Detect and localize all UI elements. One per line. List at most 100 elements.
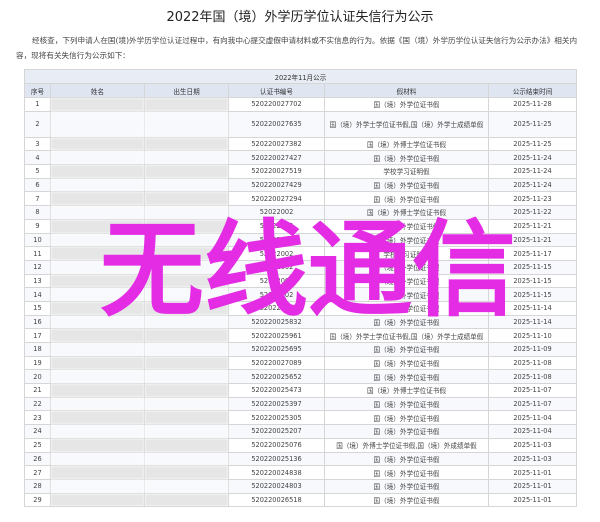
birthdate-cell-redacted <box>144 396 229 412</box>
false-material: 国（境）外学位证书假 <box>324 355 489 371</box>
birthdate-cell-redacted <box>144 191 229 207</box>
disclosure-end-date: 2025-11-28 <box>487 97 578 112</box>
birthdate-cell-redacted <box>144 369 229 385</box>
row-number: 15 <box>24 300 51 316</box>
certificate-number: 520220025305 <box>228 410 325 426</box>
name-cell-redacted <box>50 164 145 179</box>
birthdate-cell-redacted <box>144 410 229 426</box>
birthdate-cell-redacted <box>144 424 229 439</box>
column-header: 出生日期 <box>144 83 229 98</box>
false-material: 国（境）外博士学位证书假 <box>324 383 489 398</box>
row-number: 7 <box>24 191 51 207</box>
birthdate-cell-redacted <box>144 164 229 179</box>
table-row: 25 520220025076 国（境）外博士学位证书假,国（境）外成绩单假 2025… <box>24 437 578 453</box>
row-number: 14 <box>24 287 51 302</box>
disclosure-end-date: 2025-11-01 <box>487 478 578 494</box>
name-cell-redacted <box>50 110 145 138</box>
row-number: 13 <box>24 273 51 289</box>
row-number: 9 <box>24 218 51 234</box>
certificate-number: 520220025136 <box>228 451 325 467</box>
table-row: 29 520220026518 国（境）外学位证书假 2025-11-01 <box>24 492 578 508</box>
certificate-number: 520220027089 <box>228 355 325 371</box>
certificate-number: 520220027382 <box>228 136 325 152</box>
name-cell-redacted <box>50 191 145 207</box>
name-cell-redacted <box>50 451 145 467</box>
column-header: 认证书编号 <box>228 83 325 98</box>
table-row: 4 520220027427 国（境）外学位证书假 2025-11-24 <box>24 150 578 166</box>
row-number: 6 <box>24 177 51 193</box>
name-cell-redacted <box>50 465 145 480</box>
certificate-number: 520220027635 <box>228 110 325 138</box>
watermark-overlay: 无线通信 <box>100 209 516 326</box>
row-number: 2 <box>24 110 51 138</box>
row-number: 29 <box>24 492 51 508</box>
disclosure-end-date: 2025-11-25 <box>487 110 578 138</box>
name-cell-redacted <box>50 328 145 343</box>
table-row: 24 520220025207 国（境）外学位证书假 2025-11-04 <box>24 424 578 439</box>
false-material: 国（境）外学位证书假 <box>324 396 489 412</box>
table-row: 19 520220027089 国（境）外学位证书假 2025-11-08 <box>24 355 578 371</box>
name-cell-redacted <box>50 177 145 193</box>
page-title: 2022年国（境）外学历学位认证失信行为公示 <box>166 10 434 25</box>
name-cell-redacted <box>50 97 145 112</box>
disclosure-end-date: 2025-11-01 <box>487 492 578 508</box>
birthdate-cell-redacted <box>144 383 229 398</box>
certificate-number: 520220025473 <box>228 383 325 398</box>
certificate-number: 520220026518 <box>228 492 325 508</box>
name-cell-redacted <box>50 383 145 398</box>
disclosure-end-date: 2025-11-08 <box>487 369 578 385</box>
column-header: 公示结束时间 <box>487 83 578 98</box>
name-cell-redacted <box>50 136 145 152</box>
false-material: 学校学习证明假 <box>324 164 489 179</box>
certificate-number: 520220027519 <box>228 164 325 179</box>
watermark-text: 无线通信 <box>100 209 516 326</box>
row-number: 1 <box>24 97 51 112</box>
column-header: 姓名 <box>50 83 145 98</box>
disclosure-end-date: 2025-11-24 <box>487 164 578 179</box>
name-cell-redacted <box>50 150 145 166</box>
name-cell-redacted <box>50 437 145 453</box>
table-row: 1 520220027702 国（境）外学位证书假 2025-11-28 <box>24 97 578 112</box>
name-cell-redacted <box>50 396 145 412</box>
birthdate-cell-redacted <box>144 492 229 508</box>
disclosure-end-date: 2025-11-08 <box>487 355 578 371</box>
false-material: 国（境）外学位证书假 <box>324 177 489 193</box>
intro-paragraph: 经核查，下列申请人在国(境)外学历学位认证过程中，有向我中心提交虚假申请材料或不… <box>16 36 578 60</box>
false-material: 国（境）外学位证书假 <box>324 150 489 166</box>
row-number: 17 <box>24 328 51 343</box>
table-row: 23 520220025305 国（境）外学位证书假 2025-11-04 <box>24 410 578 426</box>
birthdate-cell-redacted <box>144 465 229 480</box>
name-cell-redacted <box>50 492 145 508</box>
certificate-number: 520220025397 <box>228 396 325 412</box>
row-number: 23 <box>24 410 51 426</box>
row-number: 5 <box>24 164 51 179</box>
birthdate-cell-redacted <box>144 177 229 193</box>
column-header: 序号 <box>24 83 51 98</box>
row-number: 25 <box>24 437 51 453</box>
false-material: 国（境）外学位证书假 <box>324 424 489 439</box>
birthdate-cell-redacted <box>144 478 229 494</box>
row-number: 11 <box>24 246 51 261</box>
table-row: 20 520220025652 国（境）外学位证书假 2025-11-08 <box>24 369 578 385</box>
false-material: 国（境）外学士学位证书假,国（境）外学士成绩单假 <box>324 328 489 343</box>
disclosure-end-date: 2025-11-07 <box>487 396 578 412</box>
table-row: 2 520220027635 国（境）外学士学位证书假,国（境）外学士成绩单假 202… <box>24 110 578 138</box>
certificate-number: 520220025076 <box>228 437 325 453</box>
name-cell-redacted <box>50 342 145 357</box>
false-material: 国（境）外学位证书假 <box>324 410 489 426</box>
name-cell-redacted <box>50 478 145 494</box>
birthdate-cell-redacted <box>144 110 229 138</box>
certificate-number: 520220025695 <box>228 342 325 357</box>
disclosure-end-date: 2025-11-24 <box>487 150 578 166</box>
row-number: 16 <box>24 314 51 330</box>
disclosure-end-date: 2025-11-03 <box>487 451 578 467</box>
false-material: 国（境）外学位证书假 <box>324 342 489 357</box>
row-number: 27 <box>24 465 51 480</box>
false-material: 国（境）外学位证书假 <box>324 478 489 494</box>
disclosure-end-date: 2025-11-04 <box>487 424 578 439</box>
row-number: 12 <box>24 259 51 275</box>
row-number: 24 <box>24 424 51 439</box>
birthdate-cell-redacted <box>144 451 229 467</box>
false-material: 国（境）外学位证书假 <box>324 465 489 480</box>
birthdate-cell-redacted <box>144 437 229 453</box>
